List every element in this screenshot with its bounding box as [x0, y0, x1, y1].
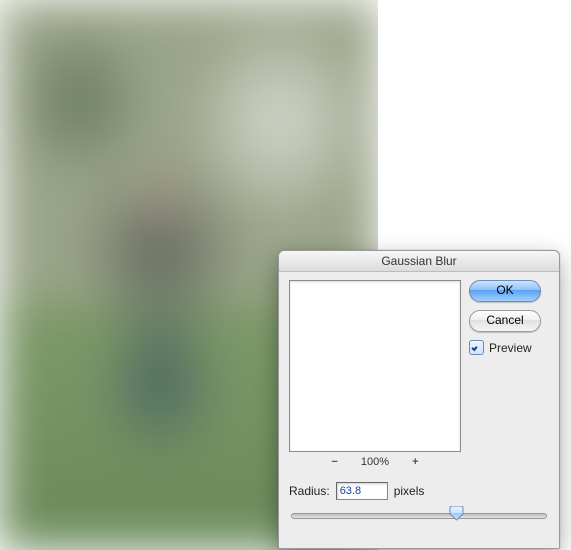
- preview-thumbnail[interactable]: [289, 280, 461, 452]
- gaussian-blur-dialog: Gaussian Blur − 100% + OK Cancel Preview…: [278, 250, 560, 549]
- dialog-title: Gaussian Blur: [279, 251, 559, 272]
- radius-label: Radius:: [289, 484, 330, 498]
- dialog-actions: OK Cancel Preview: [469, 280, 547, 355]
- radius-unit: pixels: [394, 484, 425, 498]
- radius-slider[interactable]: [291, 506, 545, 524]
- zoom-out-button[interactable]: −: [331, 456, 337, 468]
- zoom-controls: − 100% +: [289, 456, 461, 468]
- zoom-in-button[interactable]: +: [412, 456, 418, 468]
- preview-toggle[interactable]: Preview: [469, 340, 547, 355]
- dialog-body: − 100% + OK Cancel Preview Radius: pixel…: [279, 272, 559, 548]
- radius-input[interactable]: [336, 482, 388, 500]
- slider-thumb[interactable]: [449, 506, 464, 521]
- zoom-level: 100%: [361, 456, 389, 468]
- preview-checkbox[interactable]: [469, 340, 484, 355]
- cancel-button[interactable]: Cancel: [469, 310, 541, 332]
- slider-track: [291, 513, 547, 519]
- radius-row: Radius: pixels: [289, 482, 547, 500]
- preview-checkbox-label: Preview: [489, 341, 532, 355]
- ok-button[interactable]: OK: [469, 280, 541, 302]
